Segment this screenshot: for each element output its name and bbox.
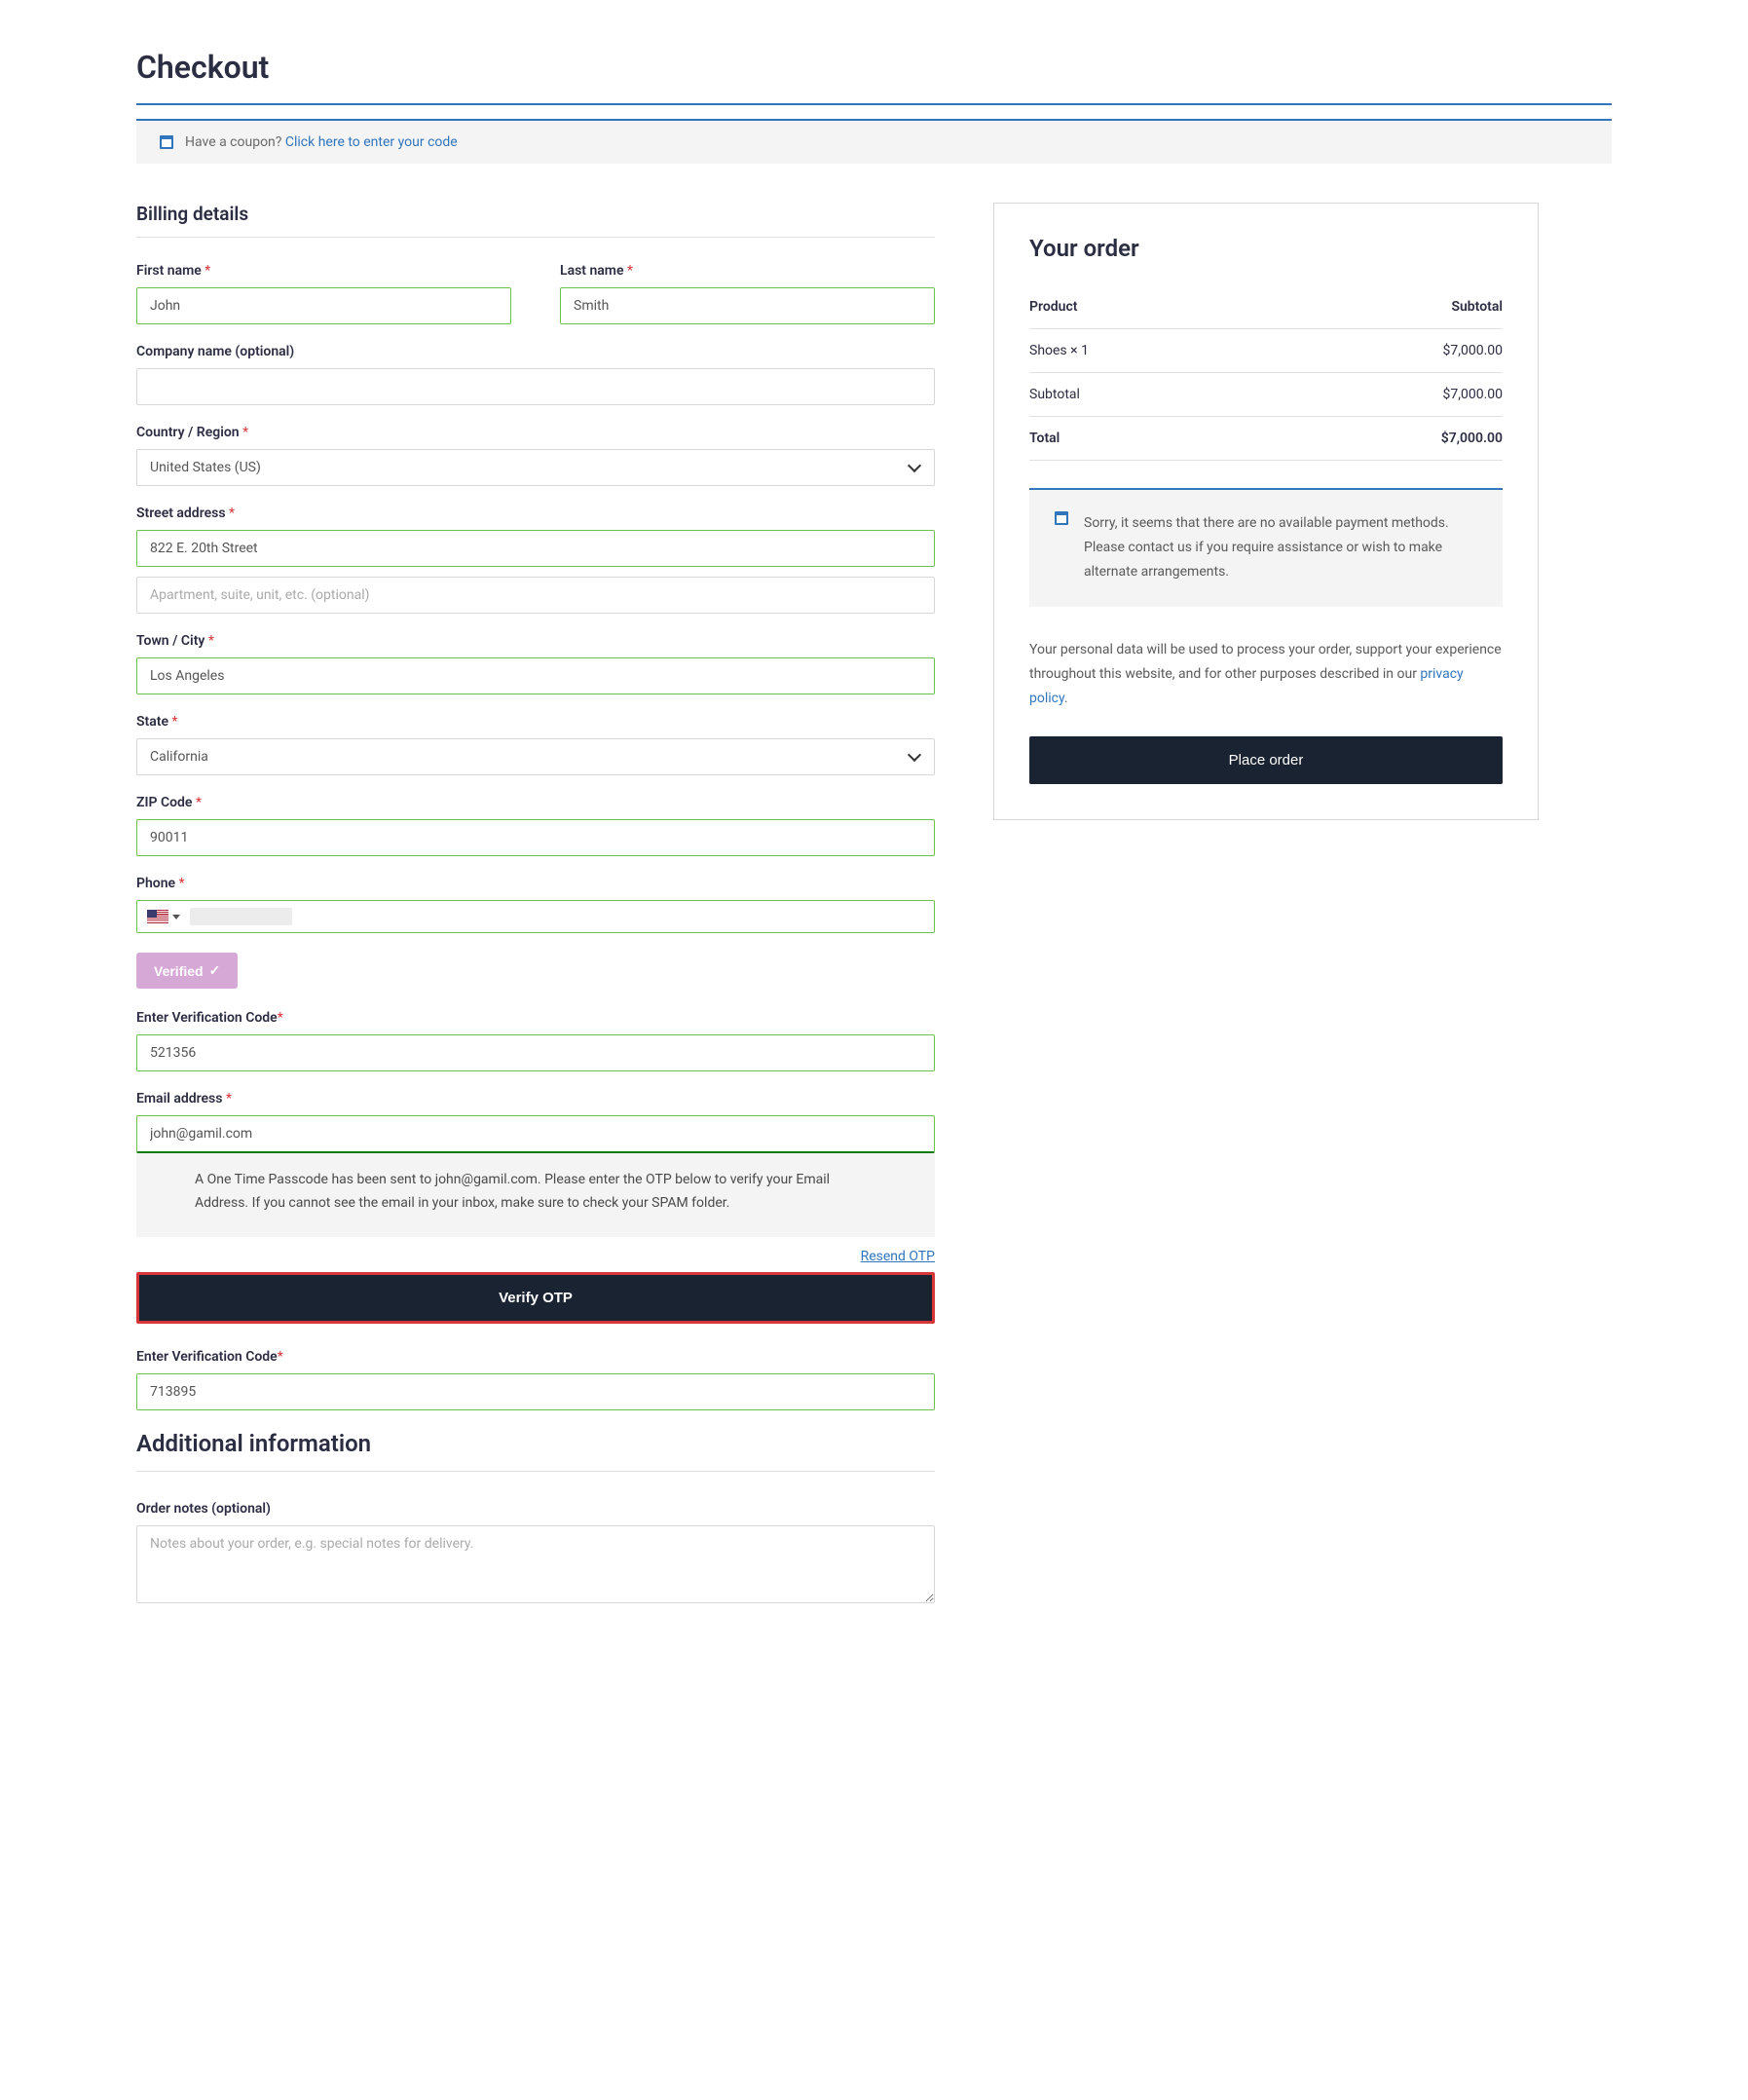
coupon-bar: Have a coupon? Click here to enter your … [136, 119, 1612, 164]
resend-otp-link[interactable]: Resend OTP [861, 1249, 935, 1264]
street-label: Street address * [136, 506, 935, 521]
verify-otp-button[interactable]: Verify OTP [136, 1272, 935, 1324]
last-name-input[interactable] [560, 287, 935, 324]
verification-code-1-label: Enter Verification Code* [136, 1010, 935, 1026]
coupon-link[interactable]: Click here to enter your code [285, 134, 458, 150]
order-subtotal-row: Subtotal $7,000.00 [1029, 373, 1503, 417]
place-order-button[interactable]: Place order [1029, 736, 1503, 784]
country-label: Country / Region * [136, 425, 935, 440]
verification-code-2-input[interactable] [136, 1373, 935, 1410]
additional-heading: Additional information [136, 1430, 935, 1472]
street2-input[interactable] [136, 577, 935, 614]
last-name-label: Last name * [560, 263, 935, 279]
email-input[interactable] [136, 1115, 935, 1153]
order-notes-label: Order notes (optional) [136, 1501, 935, 1517]
order-table: Product Subtotal Shoes × 1 $7,000.00 Sub… [1029, 285, 1503, 461]
chevron-down-icon[interactable] [172, 915, 180, 919]
order-notes-textarea[interactable] [136, 1525, 935, 1603]
otp-notice: A One Time Passcode has been sent to joh… [136, 1147, 935, 1237]
order-th-product: Product [1029, 285, 1261, 329]
verification-code-2-label: Enter Verification Code* [136, 1349, 935, 1365]
flag-us-icon [147, 910, 168, 924]
street-input[interactable] [136, 530, 935, 567]
state-label: State * [136, 714, 935, 730]
country-select[interactable]: United States (US) [136, 449, 935, 486]
page-title: Checkout [136, 49, 1612, 105]
order-heading: Your order [1029, 235, 1503, 262]
calendar-icon [160, 135, 173, 149]
company-label: Company name (optional) [136, 344, 935, 359]
city-label: Town / City * [136, 633, 935, 649]
city-input[interactable] [136, 657, 935, 694]
zip-label: ZIP Code * [136, 795, 935, 810]
order-summary: Your order Product Subtotal Shoes × 1 $7… [993, 203, 1539, 820]
company-input[interactable] [136, 368, 935, 405]
zip-input[interactable] [136, 819, 935, 856]
first-name-label: First name * [136, 263, 511, 279]
payment-notice: Sorry, it seems that there are no availa… [1029, 488, 1503, 607]
privacy-text: Your personal data will be used to proce… [1029, 638, 1503, 712]
calendar-icon [1055, 511, 1068, 525]
order-item-row: Shoes × 1 $7,000.00 [1029, 329, 1503, 373]
state-select[interactable]: California [136, 738, 935, 775]
check-icon: ✓ [209, 962, 221, 979]
phone-input[interactable] [136, 900, 935, 933]
coupon-question: Have a coupon? [185, 134, 281, 150]
email-label: Email address * [136, 1091, 935, 1106]
billing-heading: Billing details [136, 203, 935, 238]
order-th-subtotal: Subtotal [1261, 285, 1503, 329]
order-total-row: Total $7,000.00 [1029, 417, 1503, 461]
first-name-input[interactable] [136, 287, 511, 324]
phone-mask [190, 908, 292, 925]
phone-label: Phone * [136, 876, 935, 891]
verified-badge: Verified✓ [136, 953, 238, 989]
verification-code-1-input[interactable] [136, 1034, 935, 1071]
